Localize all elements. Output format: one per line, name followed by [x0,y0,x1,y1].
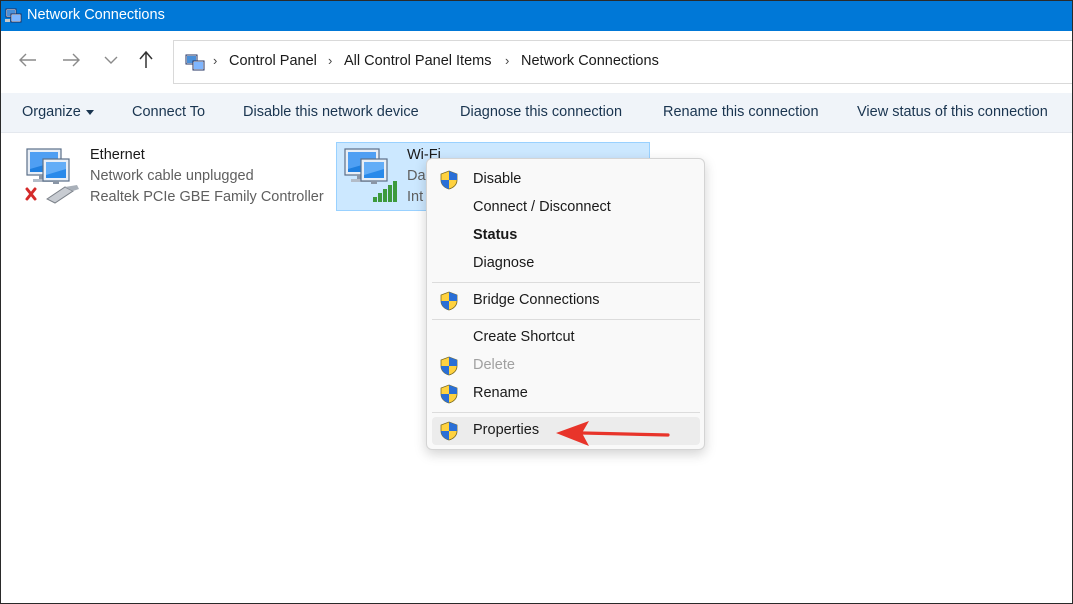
breadcrumb-network-connections[interactable]: Network Connections [521,53,659,69]
menu-separator [432,412,700,413]
rename-button[interactable]: Rename this connection [663,104,819,120]
menu-item-label: Rename [473,385,528,401]
back-arrow-icon [19,53,36,67]
connect-to-button[interactable]: Connect To [132,104,205,120]
organize-label: Organize [22,104,81,120]
menu-item-label: Bridge Connections [473,292,600,308]
menu-separator [432,282,700,283]
menu-item-label: Properties [473,422,540,438]
uac-shield-icon [440,421,458,441]
context-menu: Disable Connect / Disconnect Status Diag… [426,158,705,450]
organize-button[interactable]: Organize [22,104,94,120]
wifi-adapter-icon [344,148,397,202]
up-button[interactable] [133,47,159,73]
ethernet-adapter-icon [25,148,79,204]
breadcrumb-all-items[interactable]: All Control Panel Items [344,53,491,69]
view-status-button[interactable]: View status of this connection [857,104,1048,120]
menu-separator [432,319,700,320]
uac-shield-icon [440,291,458,311]
uac-shield-icon [440,170,458,190]
menu-item-label: Connect / Disconnect [473,199,611,215]
uac-shield-icon [440,384,458,404]
up-arrow-icon [139,51,153,68]
menu-item-rename[interactable]: Rename [432,380,700,408]
wifi-device: Int [407,189,424,205]
menu-item-label: Create Shortcut [473,329,575,345]
recent-locations-button[interactable] [98,47,124,73]
menu-item-diagnose[interactable]: Diagnose [432,250,700,278]
caret-down-icon [85,109,94,115]
network-connections-icon [185,54,205,71]
uac-shield-icon [440,356,458,376]
network-connections-icon [5,8,22,23]
back-button[interactable] [15,47,41,73]
forward-button[interactable] [58,47,84,73]
menu-item-label: Status [473,227,518,243]
ethernet-connection[interactable]: Ethernet Network cable unplugged Realtek… [19,143,329,211]
breadcrumb-separator: › [505,53,510,68]
command-bar: Organize Connect To Disable this network… [1,93,1072,133]
wifi-status: Da [407,168,426,184]
menu-item-disable[interactable]: Disable [432,166,700,194]
diagnose-button[interactable]: Diagnose this connection [460,104,622,120]
disable-device-button[interactable]: Disable this network device [243,104,419,120]
ethernet-name: Ethernet [90,147,145,163]
address-bar[interactable]: › Control Panel › All Control Panel Item… [173,40,1072,84]
menu-item-label: Disable [473,171,522,187]
menu-item-connect-disconnect[interactable]: Connect / Disconnect [432,194,700,222]
window-title: Network Connections [27,7,165,23]
menu-item-bridge-connections[interactable]: Bridge Connections [432,287,700,315]
navigation-bar: › Control Panel › All Control Panel Item… [1,31,1072,93]
menu-item-status[interactable]: Status [432,222,700,250]
breadcrumb-separator: › [213,53,218,68]
ethernet-device: Realtek PCIe GBE Family Controller [90,189,324,205]
breadcrumb-separator: › [328,53,333,68]
menu-item-delete: Delete [432,352,700,380]
ethernet-status: Network cable unplugged [90,168,254,184]
menu-item-label: Diagnose [473,255,535,271]
annotation-arrow-icon [556,421,670,446]
network-connections-window: Network Connections › Control Panel › Al… [0,0,1073,604]
title-bar: Network Connections [1,1,1072,31]
chevron-down-icon [104,56,118,64]
menu-item-create-shortcut[interactable]: Create Shortcut [432,324,700,352]
forward-arrow-icon [63,53,80,67]
menu-item-label: Delete [473,357,515,373]
breadcrumb-control-panel[interactable]: Control Panel [229,53,317,69]
